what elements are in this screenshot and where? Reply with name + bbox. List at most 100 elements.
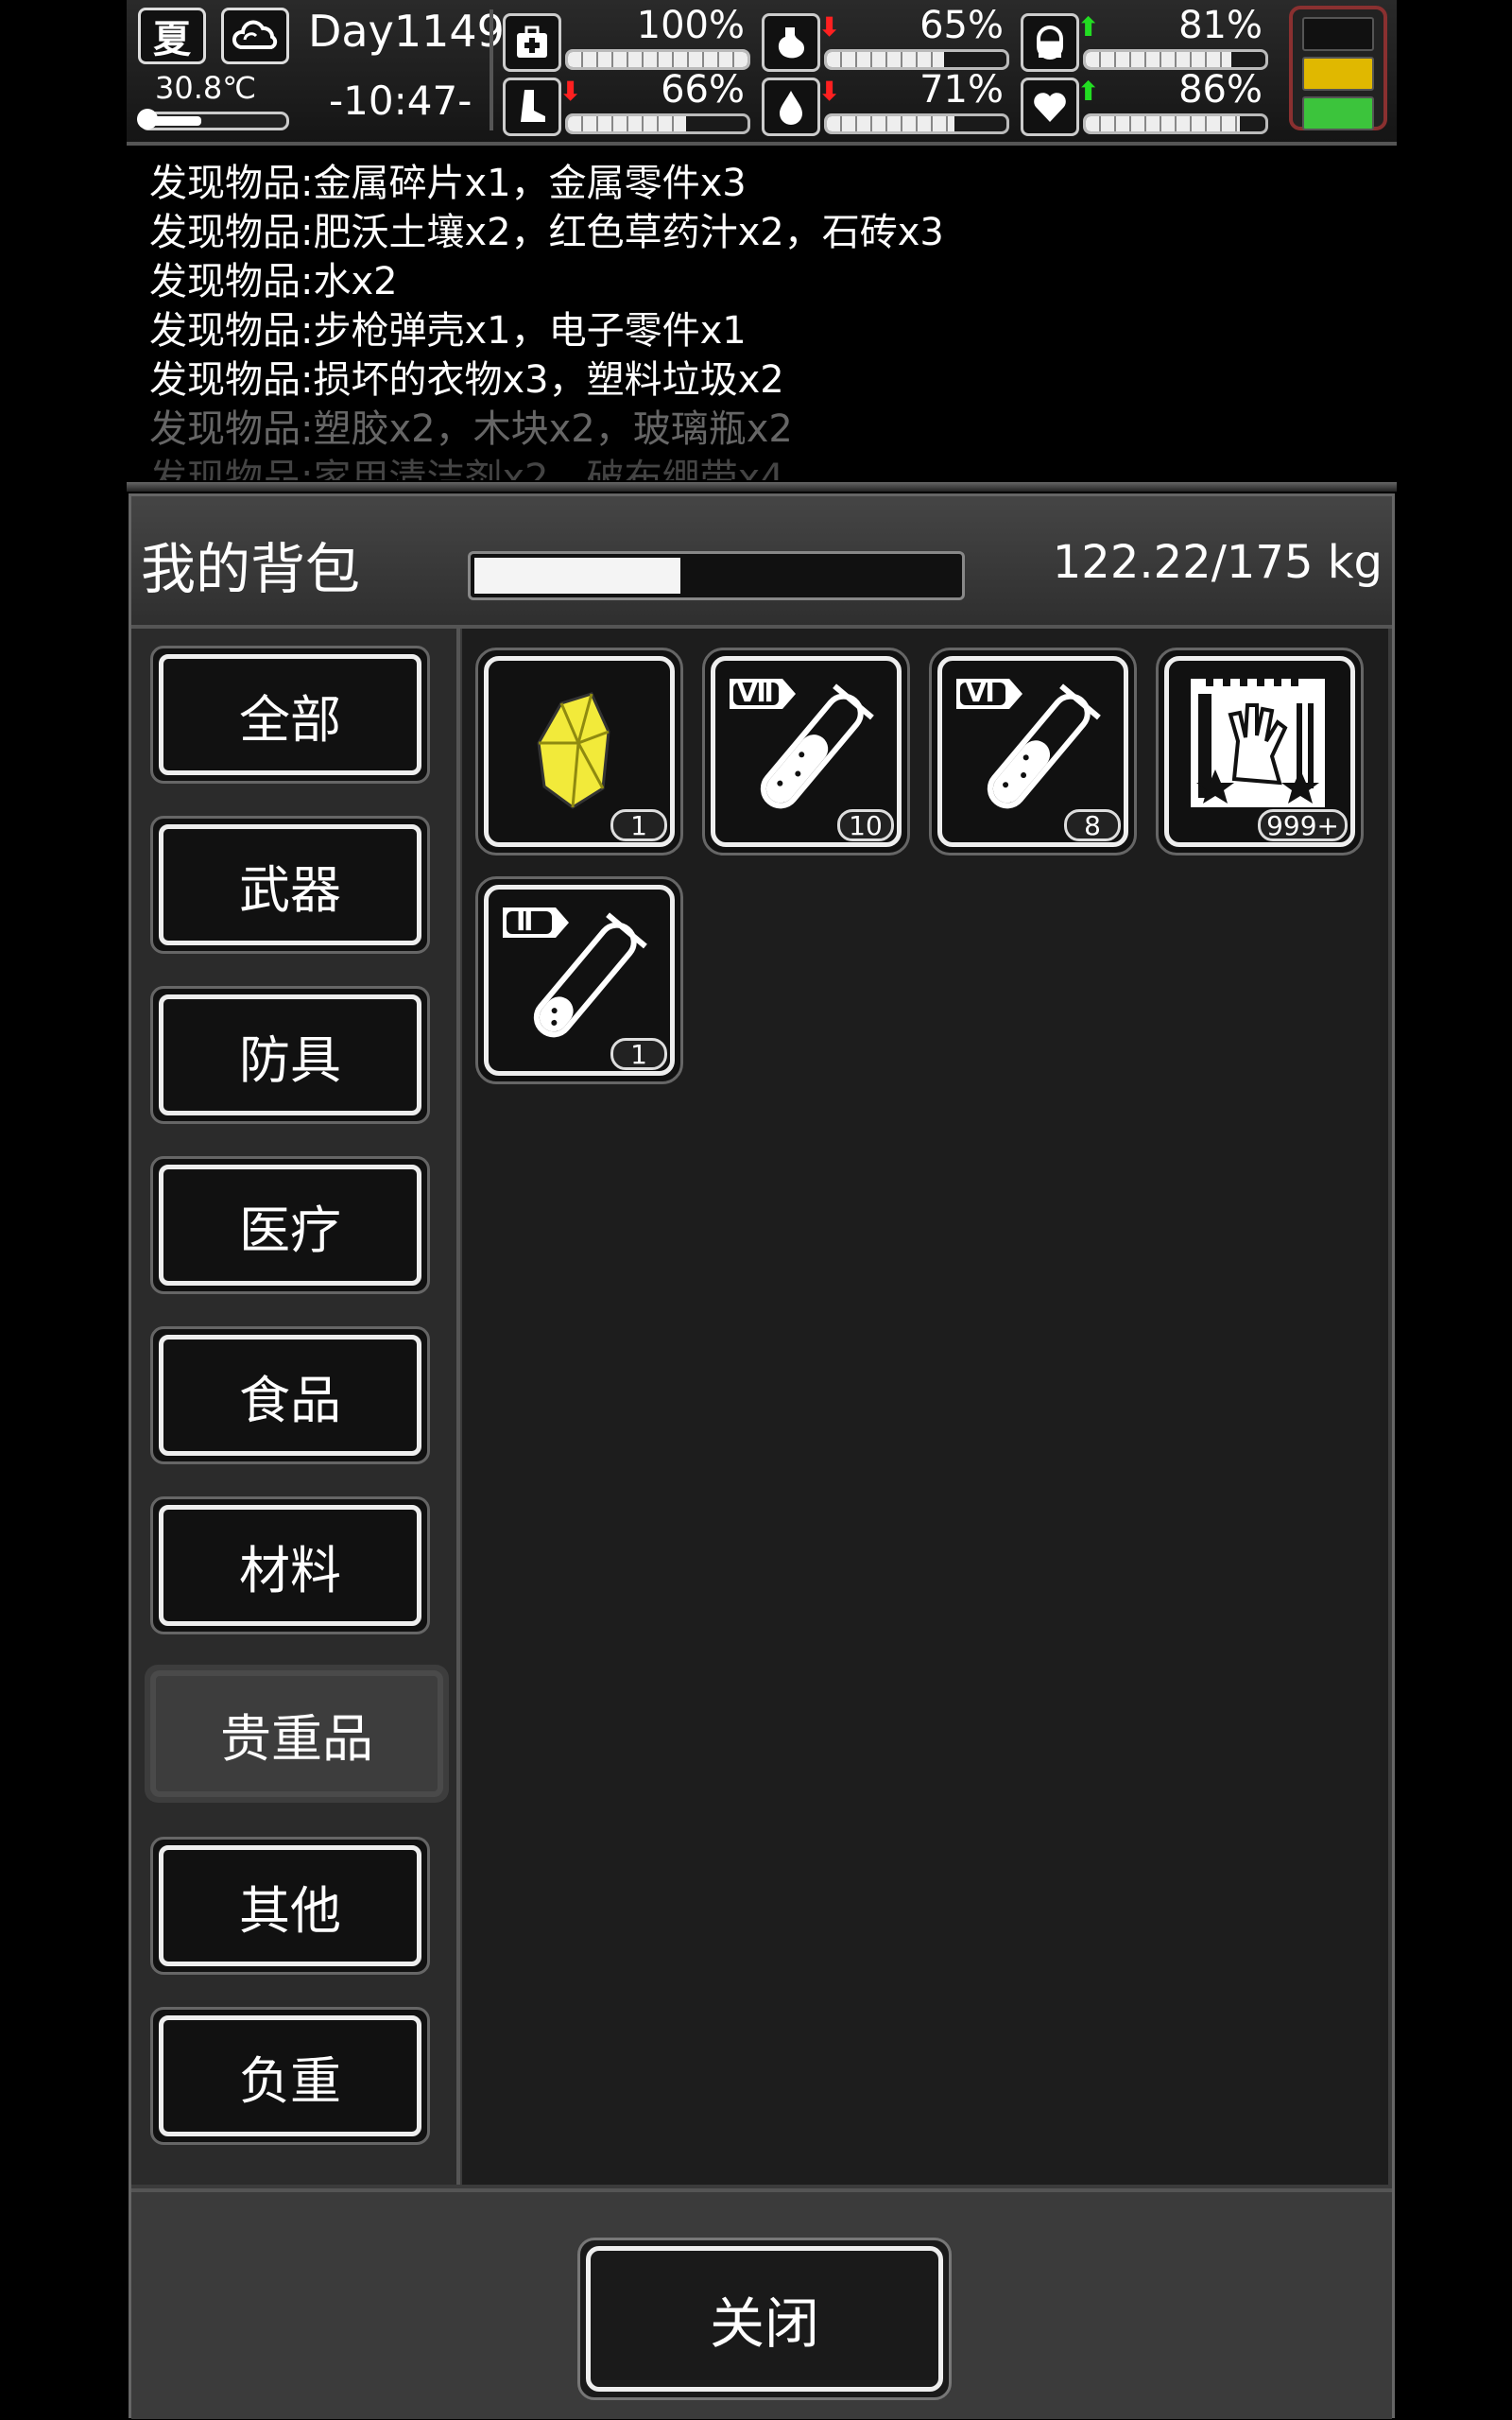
temperature-bar: [137, 109, 289, 130]
stat-value: 71%: [919, 68, 1004, 112]
season-indicator: 夏: [138, 8, 206, 64]
category-label: 贵重品: [220, 1708, 373, 1769]
log-line: 发现物品:肥沃土壤x2，红色草药汁x2，石砖x3: [149, 211, 944, 254]
battery-cell: [1302, 57, 1374, 91]
divider: [127, 482, 1397, 492]
log-line: 发现物品:水x2: [149, 260, 398, 303]
weight-readout: 122.22/175 kg: [1052, 536, 1383, 589]
status-bar: 夏 30.8℃ Day1149 -10:47- 100% ⬇ 65% ⬆ 81%: [127, 0, 1397, 146]
battery-cell: [1302, 96, 1374, 130]
stat-bar: [1083, 113, 1268, 134]
item-slot-tube-ii[interactable]: Ⅱ 1: [475, 876, 683, 1084]
category-load[interactable]: 负重: [150, 2007, 430, 2145]
stat-bar: [565, 113, 750, 134]
category-label: 其他: [239, 1880, 341, 1941]
heart-icon: [1021, 78, 1079, 136]
category-label: 全部: [239, 689, 341, 750]
category-food[interactable]: 食品: [150, 1326, 430, 1464]
weight-capacity-fill: [474, 558, 680, 594]
medkit-icon: [503, 13, 561, 72]
trend-arrow: ⬆: [1077, 76, 1100, 107]
pill-icon: [1021, 13, 1079, 72]
log-line: 发现物品:家用清洁剂x2，破布绷带x4: [149, 457, 784, 480]
log-line: 发现物品:步枪弹壳x1，电子零件x1: [149, 309, 747, 353]
stat-value: 86%: [1178, 68, 1263, 112]
log-line: 发现物品:金属碎片x1，金属零件x3: [149, 162, 747, 205]
stat-bar: [1083, 49, 1268, 70]
trend-arrow: ⬇: [559, 76, 582, 107]
stat-bar: [824, 49, 1009, 70]
category-sidebar: 全部 武器 防具 医疗 食品 材料 贵重品 其他 负重: [131, 629, 460, 2185]
water-drop-icon: [762, 78, 820, 136]
category-label: 食品: [239, 1370, 341, 1430]
stat-mind: ⬆ 81%: [1021, 4, 1272, 72]
season-label: 夏: [153, 18, 191, 61]
game-screen: 夏 30.8℃ Day1149 -10:47- 100% ⬇ 65% ⬆ 81%: [127, 0, 1397, 2420]
stat-stamina: ⬇ 66%: [503, 68, 754, 136]
stat-value: 66%: [661, 68, 745, 112]
item-count-badge: 1: [610, 809, 667, 841]
item-slot-zombie-ticket[interactable]: 999+: [1156, 648, 1364, 856]
stat-bar: [824, 113, 1009, 134]
item-grid: 1 Ⅶ 10 Ⅵ 8 999+ Ⅱ 1: [462, 629, 1388, 2185]
trend-arrow: ⬇: [818, 76, 841, 107]
zombie-hand-ticket-icon: [1191, 679, 1325, 807]
item-count-badge: 1: [610, 1038, 667, 1070]
button-frame: 关闭: [586, 2246, 943, 2392]
item-count-badge: 8: [1064, 809, 1121, 841]
stat-bar-fill: [827, 52, 944, 67]
stat-thirst: ⬇ 71%: [762, 68, 1013, 136]
stat-value: 65%: [919, 4, 1004, 47]
category-label: 医疗: [239, 1200, 341, 1260]
day-counter: Day1149: [308, 6, 505, 57]
stat-bar-fill: [827, 116, 954, 131]
temperature-readout: 30.8℃: [155, 70, 257, 106]
close-button[interactable]: 关闭: [577, 2238, 952, 2400]
tier-label: Ⅵ: [966, 677, 995, 708]
stat-bar: [565, 49, 750, 70]
category-label: 负重: [239, 2050, 341, 2111]
stat-bar-fill: [1086, 52, 1231, 67]
stat-bar-fill: [1086, 116, 1241, 131]
category-materials[interactable]: 材料: [150, 1496, 430, 1634]
temperature-bar-fill: [148, 116, 201, 126]
stat-value: 81%: [1178, 4, 1263, 47]
battery-indicator: [1289, 6, 1387, 130]
category-weapons[interactable]: 武器: [150, 816, 430, 954]
category-label: 防具: [239, 1029, 341, 1090]
category-other[interactable]: 其他: [150, 1837, 430, 1975]
event-log[interactable]: 发现物品:金属碎片x1，金属零件x3 发现物品:肥沃土壤x2，红色草药汁x2，石…: [127, 149, 1397, 480]
stat-value: 100%: [636, 4, 745, 47]
item-count-badge: 10: [837, 809, 894, 841]
cloud-icon: [221, 8, 289, 64]
stat-bar-fill: [568, 116, 687, 131]
category-all[interactable]: 全部: [150, 646, 430, 784]
trend-arrow: ⬆: [1077, 11, 1100, 43]
category-label: 武器: [239, 859, 341, 920]
inventory-panel: 我的背包 122.22/175 kg 全部 武器 防具 医疗 食品 材料 贵重品…: [129, 493, 1395, 2419]
foot-icon: [503, 78, 561, 136]
item-slot-yellow-crystal[interactable]: 1: [475, 648, 683, 856]
log-line: 发现物品:塑胶x2，木块x2，玻璃瓶x2: [149, 407, 793, 451]
crystal-icon: [537, 692, 610, 809]
stat-mood: ⬆ 86%: [1021, 68, 1272, 136]
category-armor[interactable]: 防具: [150, 986, 430, 1124]
inventory-header: 我的背包 122.22/175 kg: [131, 496, 1392, 629]
category-valuables[interactable]: 贵重品: [145, 1665, 449, 1803]
battery-cell: [1302, 17, 1374, 51]
weight-capacity-bar: [468, 551, 965, 600]
tier-label: Ⅱ: [516, 906, 534, 937]
item-slot-tube-vi[interactable]: Ⅵ 8: [929, 648, 1137, 856]
game-clock: -10:47-: [329, 78, 472, 124]
item-count-badge: 999+: [1258, 809, 1348, 841]
inventory-title: 我的背包: [141, 537, 361, 601]
category-medical[interactable]: 医疗: [150, 1156, 430, 1294]
trend-arrow: ⬇: [818, 11, 841, 43]
stomach-icon: [762, 13, 820, 72]
stat-bar-fill: [568, 52, 747, 67]
log-line: 发现物品:损坏的衣物x3，塑料垃圾x2: [149, 358, 784, 402]
inventory-footer: 关闭: [131, 2188, 1392, 2419]
category-label: 材料: [239, 1540, 341, 1600]
item-slot-tube-vii[interactable]: Ⅶ 10: [702, 648, 910, 856]
close-label: 关闭: [709, 2291, 819, 2356]
